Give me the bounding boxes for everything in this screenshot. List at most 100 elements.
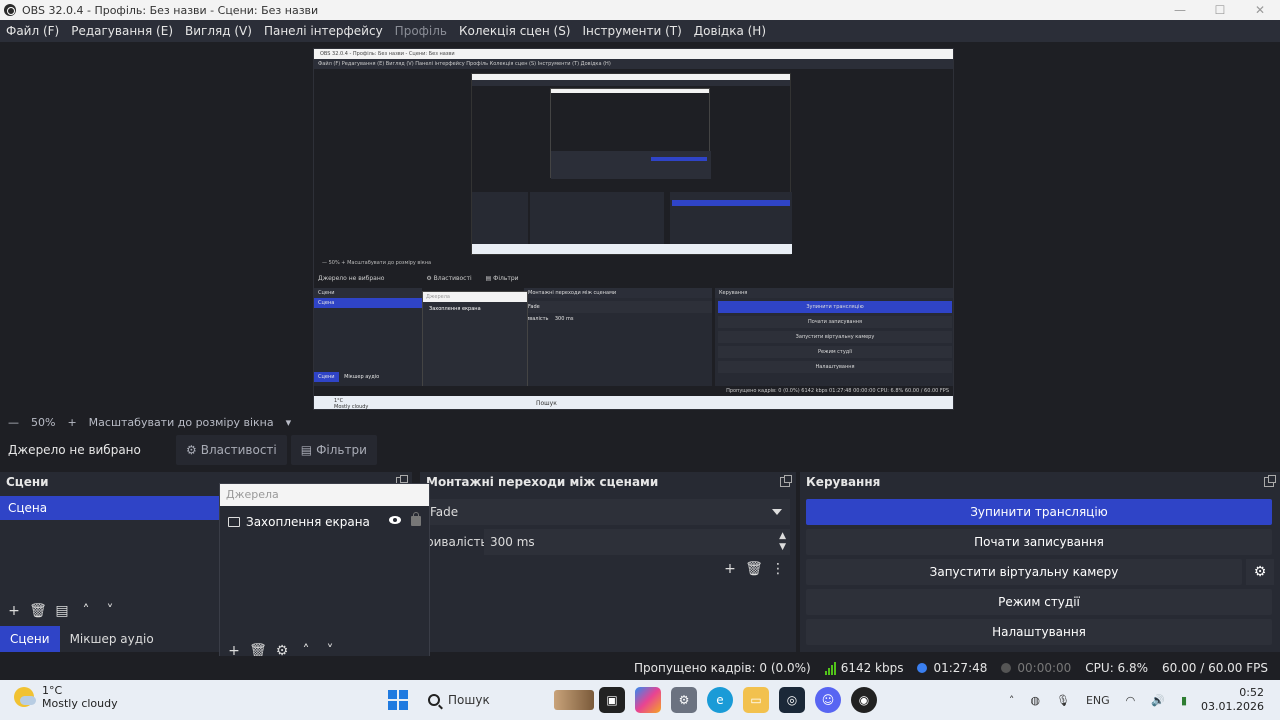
controls-dock: Керування Зупинити трансляцію Почати зап… bbox=[800, 472, 1280, 652]
no-source-label: Джерело не вибрано bbox=[8, 443, 141, 457]
close-button[interactable]: ✕ bbox=[1240, 0, 1280, 20]
preview-nested-capture bbox=[471, 73, 792, 255]
stop-streaming-button[interactable]: Зупинити трансляцію bbox=[806, 499, 1272, 525]
language-indicator[interactable]: ENG bbox=[1086, 694, 1110, 707]
clock[interactable]: 0:52 03.01.2026 bbox=[1201, 686, 1264, 714]
copilot-icon[interactable] bbox=[635, 687, 661, 713]
virtual-camera-settings-button[interactable]: ⚙ bbox=[1246, 559, 1274, 585]
fps: 60.00 / 60.00 FPS bbox=[1162, 661, 1268, 675]
filter-icon: ▤ bbox=[300, 443, 313, 457]
menu-scene-collection[interactable]: Колекція сцен (S) bbox=[453, 24, 577, 38]
tray-app-icon[interactable]: ◍ bbox=[1030, 694, 1040, 707]
zoom-in-button[interactable]: + bbox=[67, 416, 76, 429]
zoom-dropdown-icon[interactable]: ▾ bbox=[286, 416, 292, 429]
discord-icon[interactable]: ☺ bbox=[815, 687, 841, 713]
menu-docks[interactable]: Панелі інтерфейсу bbox=[258, 24, 389, 38]
transition-menu-button[interactable]: ⋮ bbox=[766, 558, 790, 580]
menu-profile[interactable]: Профіль bbox=[389, 24, 453, 38]
microphone-icon[interactable]: 🎙 bbox=[1056, 694, 1070, 707]
task-view-icon[interactable]: ▣ bbox=[599, 687, 625, 713]
filters-button[interactable]: ▤ Фільтри bbox=[290, 435, 377, 465]
wifi-icon[interactable]: ◠ bbox=[1126, 694, 1136, 707]
add-transition-button[interactable]: + bbox=[718, 558, 742, 580]
bitrate: 6142 kbps bbox=[824, 661, 903, 675]
weather-icon bbox=[14, 687, 36, 707]
obs-taskbar-icon[interactable]: ◉ bbox=[851, 687, 877, 713]
menu-view[interactable]: Вигляд (V) bbox=[179, 24, 258, 38]
zoom-fit-label: Масштабувати до розміру вікна bbox=[88, 415, 274, 429]
menu-bar: Файл (F) Редагування (E) Вигляд (V) Пане… bbox=[0, 20, 1280, 42]
taskbar-search[interactable]: Пошук bbox=[424, 684, 594, 716]
volume-icon[interactable]: 🔊 bbox=[1151, 694, 1165, 707]
transitions-dock: Монтажні переходи між сценами Fade ривал… bbox=[420, 472, 796, 652]
tab-scenes[interactable]: Сцени bbox=[0, 626, 60, 652]
preview-inner-status: Пропущено кадрів: 0 (0.0%) 6142 kbps 01:… bbox=[314, 386, 953, 396]
zoom-out-button[interactable]: — bbox=[8, 416, 19, 429]
stream-status-icon bbox=[917, 663, 928, 673]
edge-icon[interactable]: e bbox=[707, 687, 733, 713]
properties-button[interactable]: ⚙ Властивості bbox=[176, 435, 287, 465]
window-titlebar: OBS 32.0.4 - Профіль: Без назви - Сцени:… bbox=[0, 0, 1280, 20]
steam-icon[interactable]: ◎ bbox=[779, 687, 805, 713]
display-capture-icon bbox=[228, 517, 240, 527]
start-recording-button[interactable]: Почати записування bbox=[806, 529, 1272, 555]
scene-item[interactable]: Сцена bbox=[0, 496, 220, 520]
controls-dock-title: Керування bbox=[806, 475, 881, 489]
weather-desc: Mostly cloudy bbox=[42, 697, 118, 710]
add-scene-button[interactable]: + bbox=[2, 600, 26, 622]
eye-icon[interactable] bbox=[389, 516, 401, 524]
menu-help[interactable]: Довідка (H) bbox=[688, 24, 772, 38]
chevron-up-icon[interactable]: ˄ bbox=[1009, 694, 1015, 707]
studio-mode-button[interactable]: Режим студії bbox=[806, 589, 1272, 615]
preview-canvas[interactable]: OBS 32.0.4 - Профіль: Без назви - Сцени:… bbox=[313, 48, 954, 410]
undock-icon[interactable] bbox=[1264, 475, 1276, 487]
search-highlight-image bbox=[554, 690, 594, 710]
remove-transition-button[interactable]: 🗑 bbox=[742, 558, 766, 580]
preview-inner-taskbar: 1°C Mostly cloudy Пошук bbox=[314, 396, 953, 409]
gear-icon: ⚙ bbox=[186, 443, 197, 457]
windows-taskbar: 1°C Mostly cloudy Пошук ▣ ⚙ e ▭ ◎ ☺ ◉ ˄ … bbox=[0, 680, 1280, 720]
undock-icon[interactable] bbox=[780, 475, 792, 487]
gear-icon: ⚙ bbox=[1253, 564, 1267, 580]
menu-file[interactable]: Файл (F) bbox=[0, 24, 65, 38]
taskbar-apps: Пошук ▣ ⚙ e ▭ ◎ ☺ ◉ bbox=[388, 680, 882, 720]
maximize-button[interactable]: ☐ bbox=[1200, 0, 1240, 20]
weather-widget[interactable]: 1°C Mostly cloudy bbox=[14, 684, 118, 710]
scenes-dock-title: Сцени bbox=[6, 475, 49, 489]
weather-temp: 1°C bbox=[42, 684, 63, 697]
system-tray: ˄ ◍ 🎙 ENG ◠ 🔊 ▮ 0:52 03.01.2026 bbox=[1001, 680, 1280, 720]
lock-icon[interactable] bbox=[411, 512, 421, 526]
preview-inner-contextbar: Джерело не вибрано ⚙ Властивості ▤ Фільт… bbox=[318, 275, 519, 282]
windows-start-icon[interactable] bbox=[388, 690, 408, 710]
dropped-frames: Пропущено кадрів: 0 (0.0%) bbox=[633, 661, 811, 675]
record-time: 00:00:00 bbox=[1001, 661, 1071, 675]
preview-area: OBS 32.0.4 - Профіль: Без назви - Сцени:… bbox=[0, 42, 1280, 412]
record-status-icon bbox=[1001, 663, 1012, 673]
minimize-button[interactable]: — bbox=[1160, 0, 1200, 20]
preview-inner-menu: Файл (F) Редагування (E) Вигляд (V) Пане… bbox=[314, 59, 953, 69]
scene-filters-button[interactable]: ▤ bbox=[50, 600, 74, 622]
window-controls: — ☐ ✕ bbox=[1160, 0, 1280, 20]
start-virtual-camera-button[interactable]: Запустити віртуальну камеру bbox=[806, 559, 1242, 585]
window-title: OBS 32.0.4 - Профіль: Без назви - Сцени:… bbox=[22, 3, 319, 17]
duration-row: ривалість 300 ms ▲ ▼ bbox=[420, 529, 790, 555]
bottom-tabs: Сцени Мікшер аудіо bbox=[0, 626, 164, 652]
settings-button[interactable]: Налаштування bbox=[806, 619, 1272, 645]
move-scene-up-button[interactable]: ˄ bbox=[74, 600, 98, 622]
move-scene-down-button[interactable]: ˅ bbox=[98, 600, 122, 622]
transition-select[interactable]: Fade bbox=[420, 499, 790, 525]
menu-edit[interactable]: Редагування (E) bbox=[65, 24, 179, 38]
duration-input[interactable]: 300 ms ▲ ▼ bbox=[484, 529, 790, 555]
file-explorer-icon[interactable]: ▭ bbox=[743, 687, 769, 713]
settings-icon[interactable]: ⚙ bbox=[671, 687, 697, 713]
source-item[interactable]: Захоплення екрана bbox=[220, 510, 429, 534]
remove-scene-button[interactable]: 🗑 bbox=[26, 600, 50, 622]
preview-zoom-bar: — 50% + Масштабувати до розміру вікна ▾ bbox=[0, 412, 1280, 432]
scenes-toolbar: + 🗑 ▤ ˄ ˅ bbox=[2, 600, 122, 622]
sources-dock-title[interactable]: Джерела bbox=[220, 484, 429, 506]
duration-spinner[interactable]: ▲ ▼ bbox=[779, 531, 786, 553]
tab-audio-mixer[interactable]: Мікшер аудіо bbox=[60, 626, 164, 652]
menu-tools[interactable]: Інструменти (T) bbox=[577, 24, 688, 38]
battery-icon[interactable]: ▮ bbox=[1181, 694, 1187, 707]
preview-inner-sources: Джерела Захоплення екрана bbox=[422, 291, 528, 387]
